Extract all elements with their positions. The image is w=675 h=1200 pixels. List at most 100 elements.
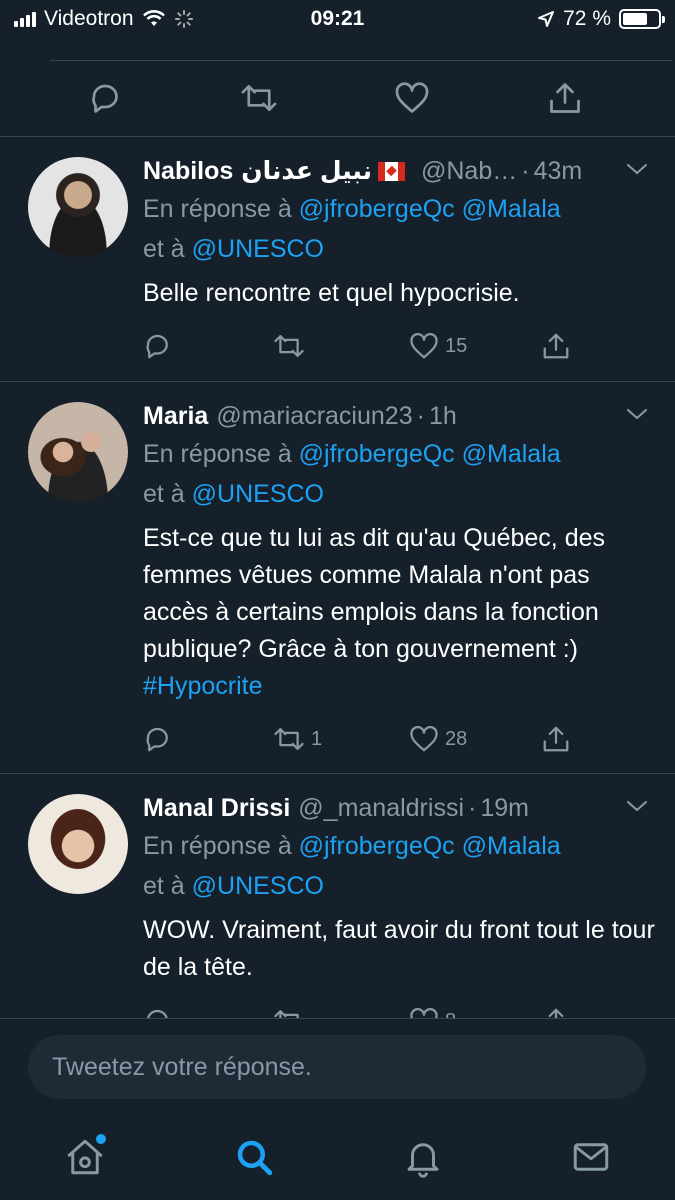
search-icon xyxy=(237,1140,273,1176)
timestamp: 19m xyxy=(480,793,529,822)
mention-link[interactable]: @UNESCO xyxy=(192,235,324,263)
tweet-actions: 15 xyxy=(143,331,643,371)
like-count: 15 xyxy=(445,334,468,357)
mention-link[interactable]: @jfrobergeQc xyxy=(299,195,455,223)
bottom-nav xyxy=(0,1118,675,1200)
nav-home[interactable] xyxy=(60,1132,110,1182)
retweet-button[interactable] xyxy=(273,331,311,361)
tweet[interactable]: Maria @mariacraciun23 · 1h En réponse à … xyxy=(0,382,675,773)
canada-flag-icon xyxy=(378,161,405,181)
reply-icon xyxy=(146,727,168,752)
carrier-label: Videotron xyxy=(44,7,134,30)
mention-link[interactable]: @UNESCO xyxy=(192,480,324,508)
like-button[interactable]: 8 xyxy=(409,1006,456,1018)
tweet-text: Est-ce que tu lui as dit qu'au Québec, d… xyxy=(143,520,655,705)
separator-dot: · xyxy=(416,401,425,430)
user-handle[interactable]: @_manaldrissi xyxy=(298,794,464,823)
previous-tweet-actions xyxy=(0,62,675,136)
share-icon[interactable] xyxy=(547,80,583,116)
reply-button[interactable] xyxy=(143,1006,173,1018)
tweet-text: Belle rencontre et quel hypocrisie. xyxy=(143,279,520,307)
reply-context: En réponse à @jfrobergeQc @Malala et à @… xyxy=(143,434,655,514)
timestamp: 43m xyxy=(533,156,583,185)
mention-link[interactable]: @Malala xyxy=(462,195,561,223)
like-icon xyxy=(410,333,438,359)
divider xyxy=(50,60,672,61)
share-icon xyxy=(543,333,569,359)
chevron-down-icon[interactable] xyxy=(625,406,649,422)
retweet-icon xyxy=(274,1010,299,1018)
notification-dot xyxy=(96,1134,106,1144)
retweet-icon xyxy=(274,335,304,357)
user-handle[interactable]: @Nab… xyxy=(421,157,517,186)
chevron-down-icon[interactable] xyxy=(625,161,649,177)
reply-prefix: En réponse à xyxy=(143,440,292,468)
share-icon xyxy=(543,726,569,752)
tweet-actions: 1 28 xyxy=(143,724,643,764)
like-count: 8 xyxy=(445,1010,456,1019)
reply-context: En réponse à @jfrobergeQc @Malala et à @… xyxy=(143,826,655,906)
reply-prefix: En réponse à xyxy=(143,195,292,223)
retweet-button[interactable]: 1 xyxy=(273,724,322,754)
like-count: 28 xyxy=(445,727,468,750)
chevron-down-icon[interactable] xyxy=(625,798,649,814)
reply-bar xyxy=(0,1018,675,1118)
reply-and: et à xyxy=(143,235,185,263)
timestamp: 1h xyxy=(428,401,457,430)
retweet-count: 1 xyxy=(311,727,323,750)
tweet-text: WOW. Vraiment, faut avoir du front tout … xyxy=(143,916,655,981)
avatar[interactable] xyxy=(28,402,128,502)
share-button[interactable] xyxy=(541,724,571,754)
hashtag-link[interactable]: #Hypocrite xyxy=(143,672,263,700)
tweet-actions: 8 xyxy=(143,1006,643,1018)
battery-percent: 72 % xyxy=(563,7,611,30)
mention-link[interactable]: @Malala xyxy=(462,832,561,860)
mention-link[interactable]: @jfrobergeQc xyxy=(299,440,455,468)
tweet-body: Est-ce que tu lui as dit qu'au Québec, d… xyxy=(143,524,605,663)
reply-input[interactable] xyxy=(28,1035,646,1099)
share-button[interactable] xyxy=(541,331,571,361)
user-handle[interactable]: @mariacraciun23 xyxy=(216,402,412,431)
user-name[interactable]: Manal Drissi xyxy=(143,794,290,823)
bell-icon xyxy=(407,1143,439,1178)
tweet[interactable]: Nabilos نبيل عدنان @Nab… · 43m En répons… xyxy=(0,137,675,381)
user-name[interactable]: Nabilos xyxy=(143,157,233,186)
like-icon[interactable] xyxy=(394,80,430,116)
separator-dot: · xyxy=(468,793,477,822)
loading-spinner-icon xyxy=(174,10,193,28)
like-icon xyxy=(410,726,438,752)
location-arrow-icon xyxy=(538,11,555,27)
battery-icon xyxy=(619,9,665,29)
reply-button[interactable] xyxy=(143,724,173,754)
nav-search[interactable] xyxy=(229,1132,279,1182)
reply-button[interactable] xyxy=(143,331,173,361)
user-name-arabic[interactable]: نبيل عدنان xyxy=(241,156,372,186)
nav-notifications[interactable] xyxy=(398,1132,448,1182)
tweet[interactable]: Manal Drissi @_manaldrissi · 19m En répo… xyxy=(0,774,675,1018)
like-button[interactable]: 28 xyxy=(409,724,467,754)
avatar[interactable] xyxy=(28,157,128,257)
like-icon xyxy=(410,1008,438,1018)
mail-icon xyxy=(573,1143,609,1171)
retweet-icon xyxy=(274,728,304,750)
retweet-button[interactable] xyxy=(273,1006,305,1018)
retweet-icon[interactable] xyxy=(240,80,278,116)
reply-and: et à xyxy=(143,480,185,508)
mention-link[interactable]: @Malala xyxy=(462,440,561,468)
status-bar: Videotron 09:21 72 % xyxy=(0,0,675,38)
reply-and: et à xyxy=(143,872,185,900)
reply-icon[interactable] xyxy=(88,80,124,116)
wifi-icon xyxy=(142,10,165,26)
reply-context: En réponse à @jfrobergeQc @Malala et à @… xyxy=(143,189,655,269)
reply-icon xyxy=(147,1009,168,1018)
nav-messages[interactable] xyxy=(566,1132,616,1182)
signal-icon xyxy=(14,11,36,27)
user-name[interactable]: Maria xyxy=(143,402,208,431)
share-button[interactable] xyxy=(541,1006,571,1018)
mention-link[interactable]: @UNESCO xyxy=(192,872,324,900)
like-button[interactable]: 15 xyxy=(409,331,467,361)
share-icon xyxy=(548,1008,564,1018)
mention-link[interactable]: @jfrobergeQc xyxy=(299,832,455,860)
reply-icon xyxy=(146,334,168,359)
avatar[interactable] xyxy=(28,794,128,894)
